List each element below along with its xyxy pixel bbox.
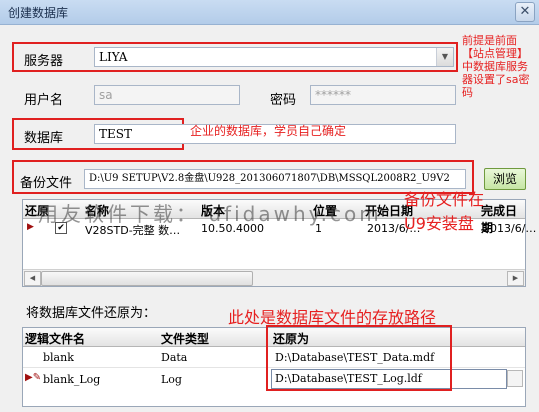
password-input[interactable]: ******	[310, 85, 456, 105]
scroll-thumb[interactable]	[41, 271, 253, 286]
horizontal-scrollbar[interactable]: ◀ ▶	[23, 269, 525, 286]
file-type: Data	[161, 351, 188, 364]
logical-name: blank	[43, 351, 74, 364]
user-label: 用户名	[24, 93, 64, 108]
database-label: 数据库	[24, 131, 64, 146]
path-highlight	[266, 325, 452, 391]
close-button[interactable]: ✕	[515, 2, 535, 22]
logical-name: blank_Log	[43, 373, 101, 386]
file-type: Log	[161, 373, 182, 386]
server-select[interactable]: LIYA ▼	[94, 47, 454, 67]
backup-label: 备份文件	[20, 176, 73, 191]
restore-as-label: 将数据库文件还原为：	[26, 306, 157, 321]
server-value: LIYA	[99, 50, 128, 64]
watermark: 用友软件下载： ufidawhy.com	[38, 202, 382, 226]
server-label: 服务器	[24, 54, 64, 69]
scroll-left-icon[interactable]: ◀	[24, 271, 41, 286]
user-input[interactable]: sa	[94, 85, 240, 105]
title-bar	[0, 0, 539, 25]
database-note: 企业的数据库，学员自己确定	[190, 124, 347, 138]
backup-note: 备份文件在U9安装盘	[404, 190, 485, 233]
scroll-right-icon[interactable]: ▶	[507, 271, 524, 286]
col-header[interactable]: 文件类型	[161, 330, 209, 347]
window-title: 创建数据库	[8, 6, 69, 20]
row-marker-icon: ▶	[27, 222, 34, 232]
col-header[interactable]: 逻辑文件名	[25, 330, 85, 347]
server-note: 前提是前面【站点管理】中数据库服务器设置了sa密码	[462, 34, 530, 99]
browse-button[interactable]: 浏览	[484, 168, 526, 190]
backup-input[interactable]: D:\U9 SETUP\V2.8金盘\U928_20130607180​7\DB…	[84, 169, 466, 189]
path-picker-button[interactable]	[507, 370, 523, 387]
chevron-down-icon[interactable]: ▼	[436, 48, 453, 66]
password-label: 密码	[270, 93, 297, 108]
edit-row-icon: ▶✎	[25, 372, 42, 383]
